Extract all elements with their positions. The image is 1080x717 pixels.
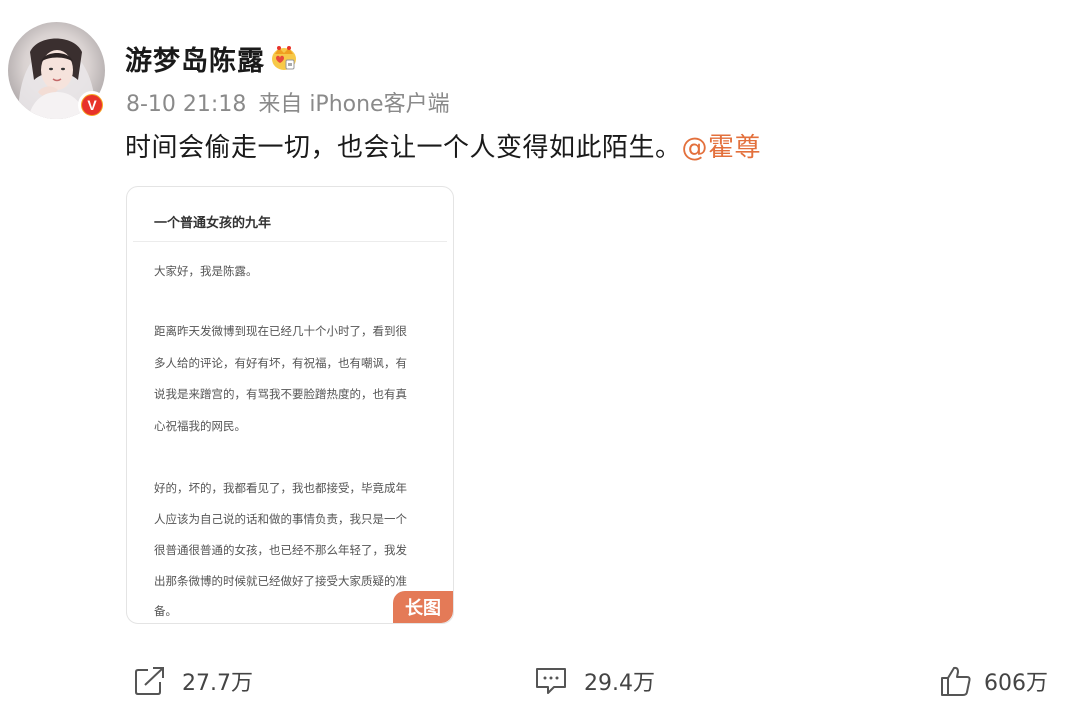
card-line: 人应该为自己说的话和做的事情负责，我只是一个 — [154, 512, 407, 526]
comment-button[interactable]: 29.4万 — [534, 664, 655, 698]
verified-badge-icon: V — [78, 91, 106, 119]
comment-icon — [534, 666, 568, 696]
like-button[interactable]: 606万 — [940, 664, 1048, 698]
like-count: 606万 — [984, 671, 1048, 696]
post-body: 时间会偷走一切，也会让一个人变得如此陌生。 — [125, 133, 682, 163]
card-line: 多人给的评论，有好有坏，有祝福，也有嘲讽，有 — [154, 356, 407, 370]
card-line: 心祝福我的网民。 — [154, 419, 246, 433]
crown-icon — [270, 42, 298, 76]
long-image-badge: 长图 — [393, 591, 453, 623]
card-line: 出那条微博的时候就已经做好了接受大家质疑的准 — [154, 574, 407, 588]
card-line: 距离昨天发微博到现在已经几十个小时了，看到很 — [154, 324, 407, 338]
username[interactable]: 游梦岛陈露 — [125, 39, 265, 78]
post-source: 来自 iPhone客户端 — [258, 92, 450, 117]
card-line: 大家好，我是陈露。 — [154, 264, 258, 278]
card-divider — [133, 241, 447, 242]
mention-link[interactable]: @霍尊 — [682, 133, 762, 163]
post-meta: 8-10 21:18 来自 iPhone客户端 — [126, 86, 450, 118]
post-time[interactable]: 8-10 21:18 — [126, 92, 246, 117]
card-line: 说我是来蹭宫的，有骂我不要脸蹭热度的，也有真 — [154, 387, 407, 401]
long-image-card[interactable]: 一个普通女孩的九年 大家好，我是陈露。 距离昨天发微博到现在已经几十个小时了，看… — [126, 186, 454, 624]
repost-icon — [134, 666, 166, 696]
card-line: 备。 — [154, 604, 177, 618]
like-icon — [940, 665, 972, 697]
card-line: 很普通很普通的女孩，也已经不那么年轻了，我发 — [154, 543, 407, 557]
verified-badge-label: V — [82, 95, 102, 115]
card-line: 好的，坏的，我都看见了，我也都接受，毕竟成年 — [154, 481, 407, 495]
repost-button[interactable]: 27.7万 — [134, 664, 253, 698]
repost-count: 27.7万 — [182, 671, 253, 696]
comment-count: 29.4万 — [584, 671, 655, 696]
post-text: 时间会偷走一切，也会让一个人变得如此陌生。@霍尊 — [125, 127, 761, 164]
card-title: 一个普通女孩的九年 — [154, 216, 272, 231]
